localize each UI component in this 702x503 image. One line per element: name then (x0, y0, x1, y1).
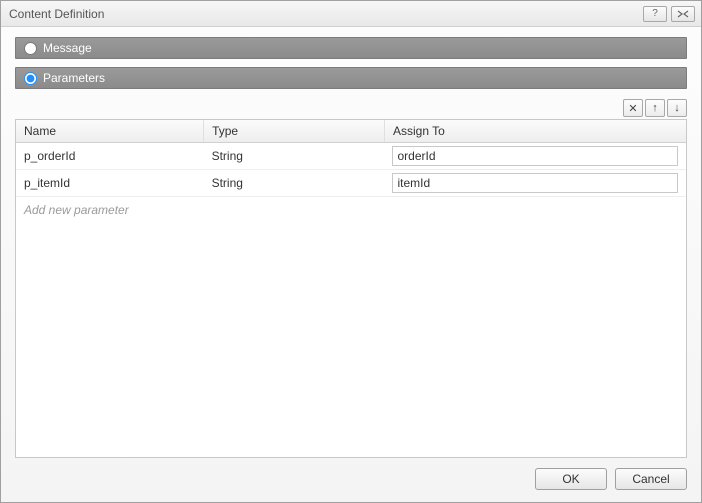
help-button[interactable]: ? (643, 6, 667, 22)
add-parameter-placeholder[interactable]: Add new parameter (16, 197, 686, 223)
cell-name[interactable]: p_orderId (16, 143, 204, 170)
titlebar: Content Definition ? (1, 1, 701, 27)
assign-to-input[interactable] (392, 146, 678, 166)
cell-type[interactable]: String (204, 143, 385, 170)
arrow-up-icon: ↑ (652, 102, 658, 114)
dialog-content: Message Parameters ✕ ↑ ↓ Name Type Assig… (1, 27, 701, 458)
column-header-type[interactable]: Type (204, 120, 385, 143)
table-row[interactable]: p_orderId String (16, 143, 686, 170)
close-button[interactable] (671, 6, 695, 22)
move-up-button[interactable]: ↑ (645, 99, 665, 117)
cancel-button[interactable]: Cancel (615, 468, 687, 490)
dialog-buttons: OK Cancel (1, 458, 701, 502)
parameters-table: Name Type Assign To p_orderId String (15, 119, 687, 458)
window-title: Content Definition (9, 7, 639, 21)
option-parameters-label: Parameters (43, 71, 105, 85)
cell-assign[interactable] (384, 143, 686, 170)
radio-parameters[interactable] (24, 72, 37, 85)
column-header-assign[interactable]: Assign To (384, 120, 686, 143)
table-row[interactable]: p_itemId String (16, 170, 686, 197)
delete-row-button[interactable]: ✕ (623, 99, 643, 117)
column-header-name[interactable]: Name (16, 120, 204, 143)
dialog-window: Content Definition ? Message Parameters … (0, 0, 702, 503)
table-header-row: Name Type Assign To (16, 120, 686, 143)
move-down-button[interactable]: ↓ (667, 99, 687, 117)
assign-to-input[interactable] (392, 173, 678, 193)
option-message[interactable]: Message (15, 37, 687, 59)
arrow-down-icon: ↓ (674, 102, 680, 114)
delete-icon: ✕ (628, 102, 637, 115)
cell-assign[interactable] (384, 170, 686, 197)
table-toolbar: ✕ ↑ ↓ (15, 99, 687, 117)
close-icon (677, 10, 689, 18)
cell-name[interactable]: p_itemId (16, 170, 204, 197)
ok-button[interactable]: OK (535, 468, 607, 490)
option-message-label: Message (43, 41, 92, 55)
add-parameter-row[interactable]: Add new parameter (16, 197, 686, 223)
cell-type[interactable]: String (204, 170, 385, 197)
option-parameters[interactable]: Parameters (15, 67, 687, 89)
radio-message[interactable] (24, 42, 37, 55)
parameters-grid: Name Type Assign To p_orderId String (16, 120, 686, 223)
